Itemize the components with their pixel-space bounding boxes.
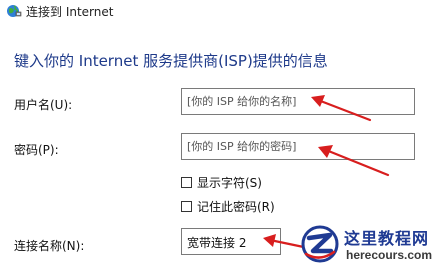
window-title: 连接到 Internet (26, 4, 114, 19)
title-bar: 连接到 Internet (0, 0, 432, 22)
password-label: 密码(P): (14, 143, 59, 157)
username-label: 用户名(U): (14, 98, 73, 112)
username-field[interactable]: [你的 ISP 给你的名称] (181, 88, 415, 115)
watermark-title: 这里教程网 (344, 229, 430, 248)
globe-network-icon (6, 3, 22, 19)
remember-password-checkbox[interactable] (181, 201, 192, 212)
site-logo-icon (301, 225, 339, 263)
watermark-url: herecours.com (346, 248, 432, 262)
watermark: 这里教程网 herecours.com (300, 222, 432, 266)
connection-name-label: 连接名称(N): (14, 239, 85, 253)
connect-to-internet-dialog: 连接到 Internet 键入你的 Internet 服务提供商(ISP)提供的… (0, 0, 432, 266)
show-characters-label: 显示字符(S) (197, 176, 262, 190)
show-characters-checkbox-row[interactable]: 显示字符(S) (181, 174, 262, 191)
connection-name-field[interactable]: 宽带连接 2 (181, 228, 281, 255)
remember-password-checkbox-row[interactable]: 记住此密码(R) (181, 198, 275, 215)
page-heading: 键入你的 Internet 服务提供商(ISP)提供的信息 (14, 52, 328, 70)
show-characters-checkbox[interactable] (181, 177, 192, 188)
password-field[interactable]: [你的 ISP 给你的密码] (181, 133, 415, 160)
remember-password-label: 记住此密码(R) (197, 200, 275, 214)
